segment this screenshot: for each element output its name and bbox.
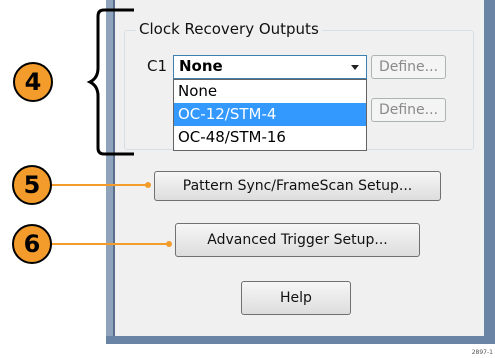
callout-5-leader-dot — [145, 182, 151, 188]
pattern-sync-button[interactable]: Pattern Sync/FrameScan Setup... — [154, 171, 441, 201]
callout-4: 4 — [13, 62, 53, 102]
c1-label: C1 — [147, 57, 168, 75]
window-frame-bottom — [106, 336, 495, 344]
define-button-1[interactable]: Define... — [371, 55, 446, 79]
callout-6: 6 — [12, 224, 52, 264]
dropdown-list[interactable]: None OC-12/STM-4 OC-48/STM-16 — [173, 79, 367, 151]
dropdown-option-none[interactable]: None — [174, 80, 366, 103]
window-frame-right — [484, 0, 495, 344]
figure-caption-number: 2897-1 — [471, 349, 493, 356]
callout-6-leader — [52, 243, 168, 245]
chevron-down-icon[interactable] — [351, 65, 359, 70]
c1-combobox[interactable]: None — [173, 55, 367, 79]
group-title: Clock Recovery Outputs — [136, 19, 322, 39]
callout-5: 5 — [12, 165, 52, 205]
callout-6-leader-dot — [166, 241, 172, 247]
callout-5-leader — [52, 184, 147, 186]
combobox-value: None — [179, 57, 223, 75]
advanced-trigger-button[interactable]: Advanced Trigger Setup... — [175, 223, 420, 257]
bracket-annotation — [86, 8, 134, 156]
help-button[interactable]: Help — [241, 281, 351, 315]
define-button-2[interactable]: Define... — [371, 98, 446, 122]
dropdown-option-oc48[interactable]: OC-48/STM-16 — [174, 126, 366, 149]
dropdown-option-oc12[interactable]: OC-12/STM-4 — [174, 103, 366, 126]
